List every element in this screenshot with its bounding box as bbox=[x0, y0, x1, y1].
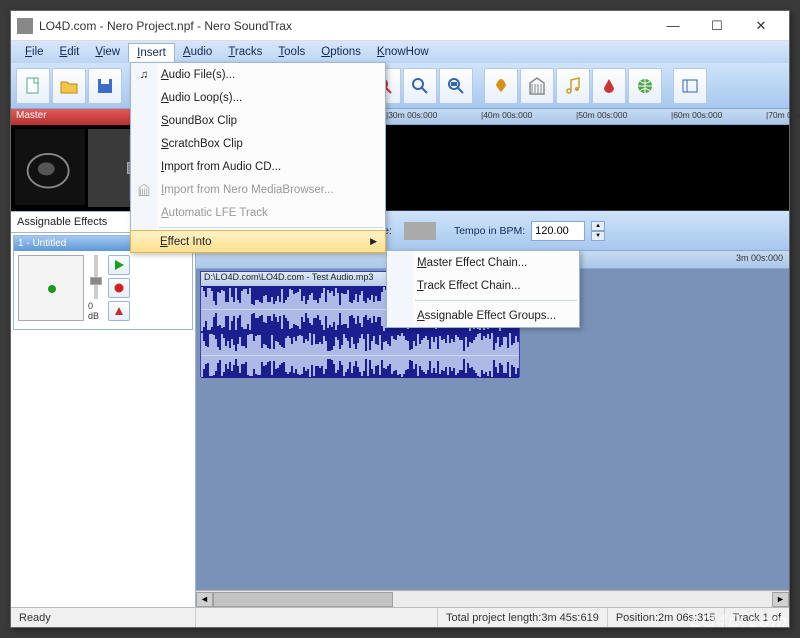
scroll-thumb[interactable] bbox=[213, 592, 393, 607]
menubar: FileEditViewInsertAudioTracksToolsOption… bbox=[11, 41, 789, 63]
menu-item-soundbox-clip[interactable]: SoundBox Clip bbox=[131, 109, 385, 132]
speaker-icon bbox=[22, 139, 78, 195]
status-ready: Ready bbox=[11, 608, 196, 627]
status-total-length: Total project length:3m 45s:619 bbox=[438, 608, 608, 627]
pan-control[interactable] bbox=[18, 255, 84, 321]
horizontal-scrollbar: ◄ ► bbox=[196, 590, 789, 607]
volume-slider-icon[interactable] bbox=[404, 222, 436, 240]
track-body: 0 dB bbox=[14, 251, 192, 329]
minimize-button[interactable]: — bbox=[651, 12, 695, 40]
tool-color-button[interactable] bbox=[592, 68, 626, 104]
statusbar: Ready Total project length:3m 45s:619 Po… bbox=[11, 607, 789, 627]
tempo-up-button[interactable]: ▲ bbox=[591, 221, 605, 231]
insert-menu-dropdown: ♫Audio File(s)...Audio Loop(s)...SoundBo… bbox=[130, 62, 386, 253]
track-play-button[interactable] bbox=[108, 255, 130, 275]
ruler-tick: 3m 00s:000 bbox=[736, 253, 783, 263]
status-position: Position:2m 06s:315 bbox=[608, 608, 725, 627]
submenu-item-master-effect-chain[interactable]: Master Effect Chain... bbox=[387, 251, 579, 274]
tool-a-button[interactable] bbox=[484, 68, 518, 104]
menu-item-import-from-audio-cd[interactable]: Import from Audio CD... bbox=[131, 155, 385, 178]
effect-into-submenu: Master Effect Chain...Track Effect Chain… bbox=[386, 250, 580, 328]
submenu-item-track-effect-chain[interactable]: Track Effect Chain... bbox=[387, 274, 579, 297]
ruler-tick: |70m 00s:000 bbox=[766, 110, 800, 120]
close-button[interactable]: ✕ bbox=[739, 12, 783, 40]
menu-insert[interactable]: Insert bbox=[128, 43, 175, 62]
menu-tools[interactable]: Tools bbox=[270, 43, 313, 61]
library-button[interactable] bbox=[520, 68, 554, 104]
menu-item-import-from-nero-mediabrowser: Import from Nero MediaBrowser... bbox=[131, 178, 385, 201]
menu-item-scratchbox-clip[interactable]: ScratchBox Clip bbox=[131, 132, 385, 155]
tempo-label: Tempo in BPM: bbox=[454, 225, 525, 237]
maximize-button[interactable]: ☐ bbox=[695, 12, 739, 40]
status-track: Track 1 of bbox=[725, 608, 790, 627]
app-window: LO4D.com - Nero Project.npf - Nero Sound… bbox=[10, 10, 790, 628]
titlebar: LO4D.com - Nero Project.npf - Nero Sound… bbox=[11, 11, 789, 41]
zoom-sel-button[interactable] bbox=[439, 68, 473, 104]
submenu-item-assignable-effect-groups[interactable]: Assignable Effect Groups... bbox=[387, 304, 579, 327]
track-buttons bbox=[108, 255, 130, 325]
menu-item-audio-loop-s[interactable]: Audio Loop(s)... bbox=[131, 86, 385, 109]
menu-audio[interactable]: Audio bbox=[175, 43, 220, 61]
ruler-tick: |50m 00s:000 bbox=[576, 110, 627, 120]
app-icon bbox=[17, 18, 33, 34]
menu-item-automatic-lfe-track: Automatic LFE Track bbox=[131, 201, 385, 224]
track-record-button[interactable] bbox=[108, 278, 130, 298]
open-button[interactable] bbox=[52, 68, 86, 104]
tool-music-button[interactable] bbox=[556, 68, 590, 104]
menu-view[interactable]: View bbox=[87, 43, 128, 61]
menu-item-audio-file-s[interactable]: ♫Audio File(s)... bbox=[131, 63, 385, 86]
toolbar bbox=[11, 63, 789, 109]
menu-edit[interactable]: Edit bbox=[52, 43, 88, 61]
scroll-right-button[interactable]: ► bbox=[772, 592, 789, 607]
tempo-input[interactable] bbox=[531, 221, 585, 241]
menu-knowhow[interactable]: KnowHow bbox=[369, 43, 437, 61]
menu-options[interactable]: Options bbox=[313, 43, 369, 61]
note-icon: ♫ bbox=[136, 67, 152, 83]
track-volume-slider[interactable]: 0 dB bbox=[88, 255, 104, 321]
speaker-thumbnail bbox=[15, 129, 85, 205]
menu-item-effect-into[interactable]: Effect Into▶ bbox=[130, 230, 386, 253]
db-label: 0 dB bbox=[88, 301, 104, 321]
panel-button[interactable] bbox=[673, 68, 707, 104]
menu-tracks[interactable]: Tracks bbox=[220, 43, 270, 61]
status-spacer bbox=[196, 608, 438, 627]
main-area: Master Assignable Effects 1 - Untitled —… bbox=[11, 109, 789, 607]
ruler-tick: |60m 00s:000 bbox=[671, 110, 722, 120]
window-controls: — ☐ ✕ bbox=[651, 12, 783, 40]
library-icon bbox=[136, 182, 152, 198]
scroll-track[interactable] bbox=[213, 592, 772, 607]
tool-globe-button[interactable] bbox=[628, 68, 662, 104]
submenu-arrow-icon: ▶ bbox=[370, 236, 377, 247]
tempo-down-button[interactable]: ▼ bbox=[591, 231, 605, 241]
ruler-tick: |40m 00s:000 bbox=[481, 110, 532, 120]
save-button[interactable] bbox=[88, 68, 122, 104]
scroll-left-button[interactable]: ◄ bbox=[196, 592, 213, 607]
menu-file[interactable]: File bbox=[17, 43, 52, 61]
new-button[interactable] bbox=[16, 68, 50, 104]
zoom-fit-button[interactable] bbox=[403, 68, 437, 104]
window-title: LO4D.com - Nero Project.npf - Nero Sound… bbox=[39, 19, 651, 33]
tempo-spinner: ▲ ▼ bbox=[591, 221, 605, 241]
ruler-tick: |30m 00s:000 bbox=[386, 110, 437, 120]
track-fx-button[interactable] bbox=[108, 301, 130, 321]
